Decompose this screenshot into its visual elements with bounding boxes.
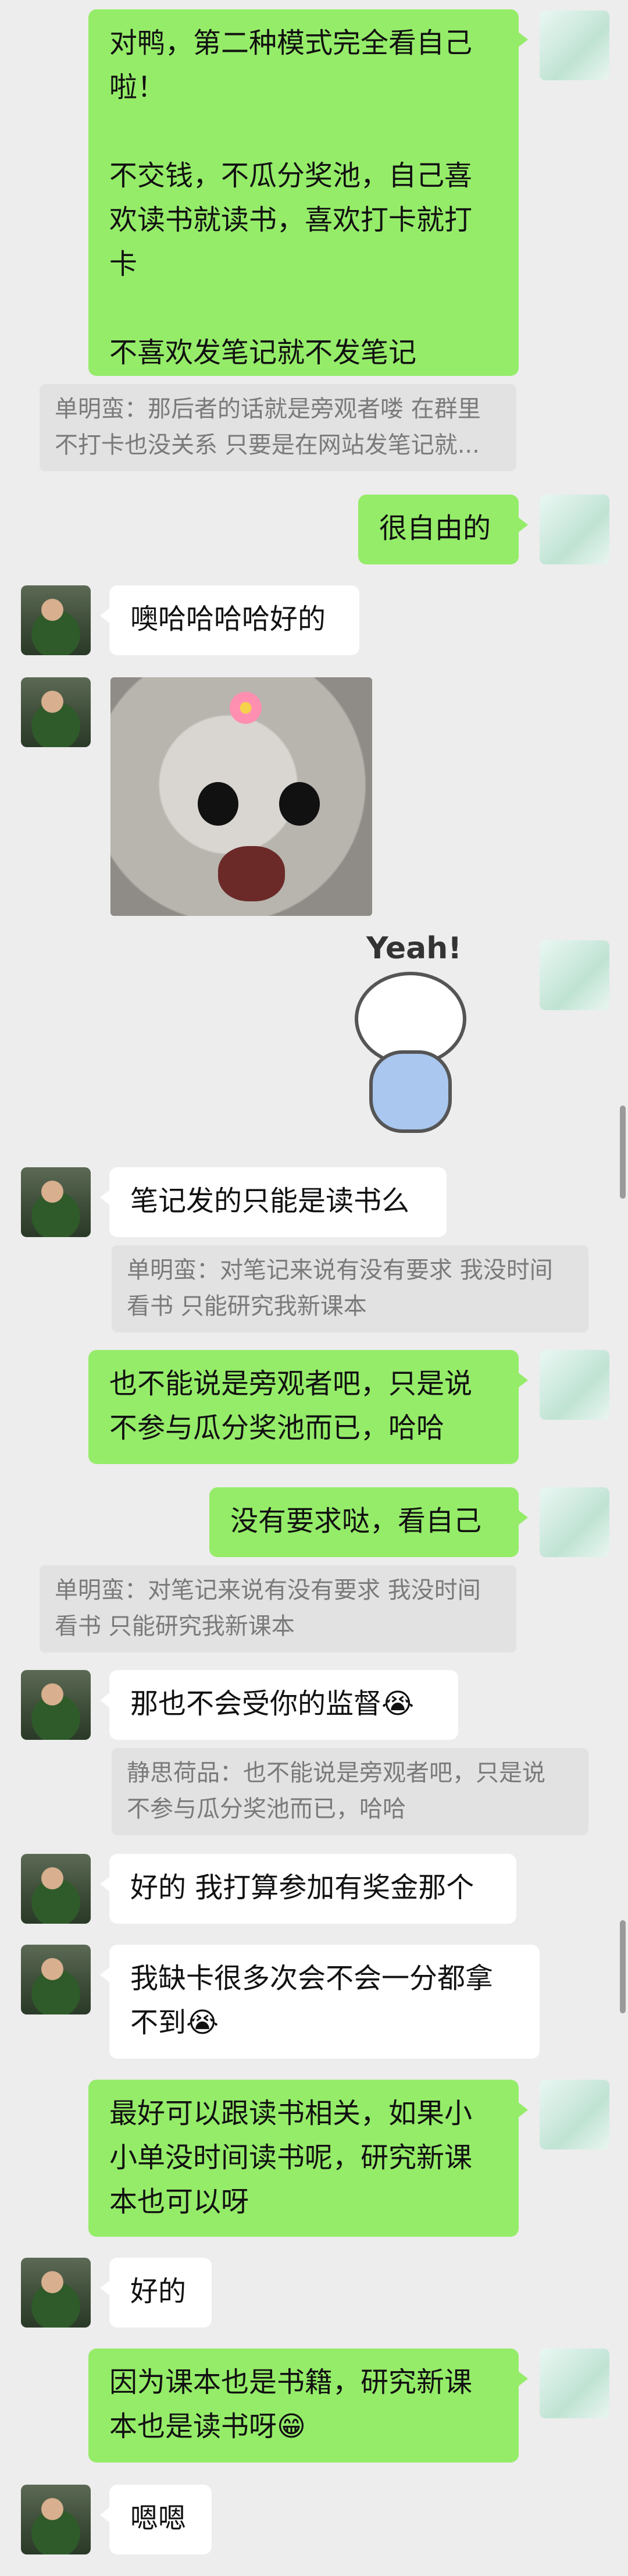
my-avatar[interactable] [540, 10, 609, 80]
message-bubble-sent[interactable]: 对鸭，第二种模式完全看自己 啦！ 不交钱，不瓜分奖池，自己喜 欢读书就读书，喜欢… [88, 9, 528, 376]
chat-canvas: 对鸭，第二种模式完全看自己 啦！ 不交钱，不瓜分奖池，自己喜 欢读书就读书，喜欢… [0, 0, 628, 2576]
my-avatar[interactable] [540, 1350, 609, 1420]
message-bubble-sent[interactable]: 最好可以跟读书相关，如果小 小单没时间读书呢，研究新课 本也可以呀 [88, 2080, 528, 2237]
sticker-body [369, 1050, 452, 1133]
my-avatar[interactable] [540, 1487, 609, 1557]
cat-eye-right [279, 782, 320, 826]
contact-avatar[interactable] [21, 1167, 91, 1237]
contact-avatar[interactable] [21, 2258, 91, 2328]
message-bubble-sent[interactable]: 因为课本也是书籍，研究新课 本也是读书呀😁 [88, 2348, 528, 2463]
quoted-reply[interactable]: 单明蛮：对笔记来说有没有要求 我没时间 看书 只能研究我新课本 [112, 1245, 588, 1333]
contact-avatar[interactable] [21, 2485, 91, 2554]
my-avatar[interactable] [540, 2080, 609, 2149]
sticker-cow-yeah[interactable]: Yeah! [314, 931, 500, 1140]
scrollbar-lower[interactable] [620, 1920, 626, 2013]
my-avatar[interactable] [540, 940, 609, 1010]
quoted-reply[interactable]: 单明蛮：那后者的话就是旁观者喽 在群里 不打卡也没关系 只要是在网站发笔记就..… [40, 384, 516, 471]
message-bubble-received[interactable]: 我缺卡很多次会不会一分都拿 不到😭 [100, 1945, 540, 2059]
message-bubble-received[interactable]: 好的 我打算参加有奖金那个 [100, 1854, 516, 1924]
contact-avatar[interactable] [21, 1670, 91, 1740]
message-bubble-received[interactable]: 笔记发的只能是读书么 [100, 1167, 447, 1237]
message-bubble-sent[interactable]: 没有要求哒，看自己 [209, 1487, 528, 1557]
message-bubble-sent[interactable]: 很自由的 [358, 495, 528, 564]
message-bubble-received[interactable]: 那也不会受你的监督😭 [100, 1670, 458, 1740]
cat-eye-left [198, 782, 238, 826]
cat-mouth [218, 846, 285, 901]
quoted-reply[interactable]: 静思荷品：也不能说是旁观者吧，只是说 不参与瓜分奖池而已，哈哈 [112, 1748, 588, 1835]
sticker-text: Yeah! [366, 931, 462, 966]
image-message-cat[interactable] [110, 677, 372, 916]
message-bubble-received[interactable]: 噢哈哈哈哈好的 [100, 585, 359, 655]
contact-avatar[interactable] [21, 677, 91, 747]
contact-avatar[interactable] [21, 585, 91, 655]
contact-avatar[interactable] [21, 1945, 91, 2014]
flower-icon [230, 692, 262, 724]
contact-avatar[interactable] [21, 1854, 91, 1924]
message-bubble-sent[interactable]: 也不能说是旁观者吧，只是说 不参与瓜分奖池而已，哈哈 [88, 1350, 528, 1464]
quoted-reply[interactable]: 单明蛮：对笔记来说有没有要求 我没时间 看书 只能研究我新课本 [40, 1565, 516, 1653]
message-bubble-received[interactable]: 好的 [100, 2258, 212, 2328]
my-avatar[interactable] [540, 2348, 609, 2418]
scrollbar-upper[interactable] [620, 1106, 626, 1199]
my-avatar[interactable] [540, 495, 609, 564]
message-bubble-received[interactable]: 嗯嗯 [100, 2485, 212, 2554]
